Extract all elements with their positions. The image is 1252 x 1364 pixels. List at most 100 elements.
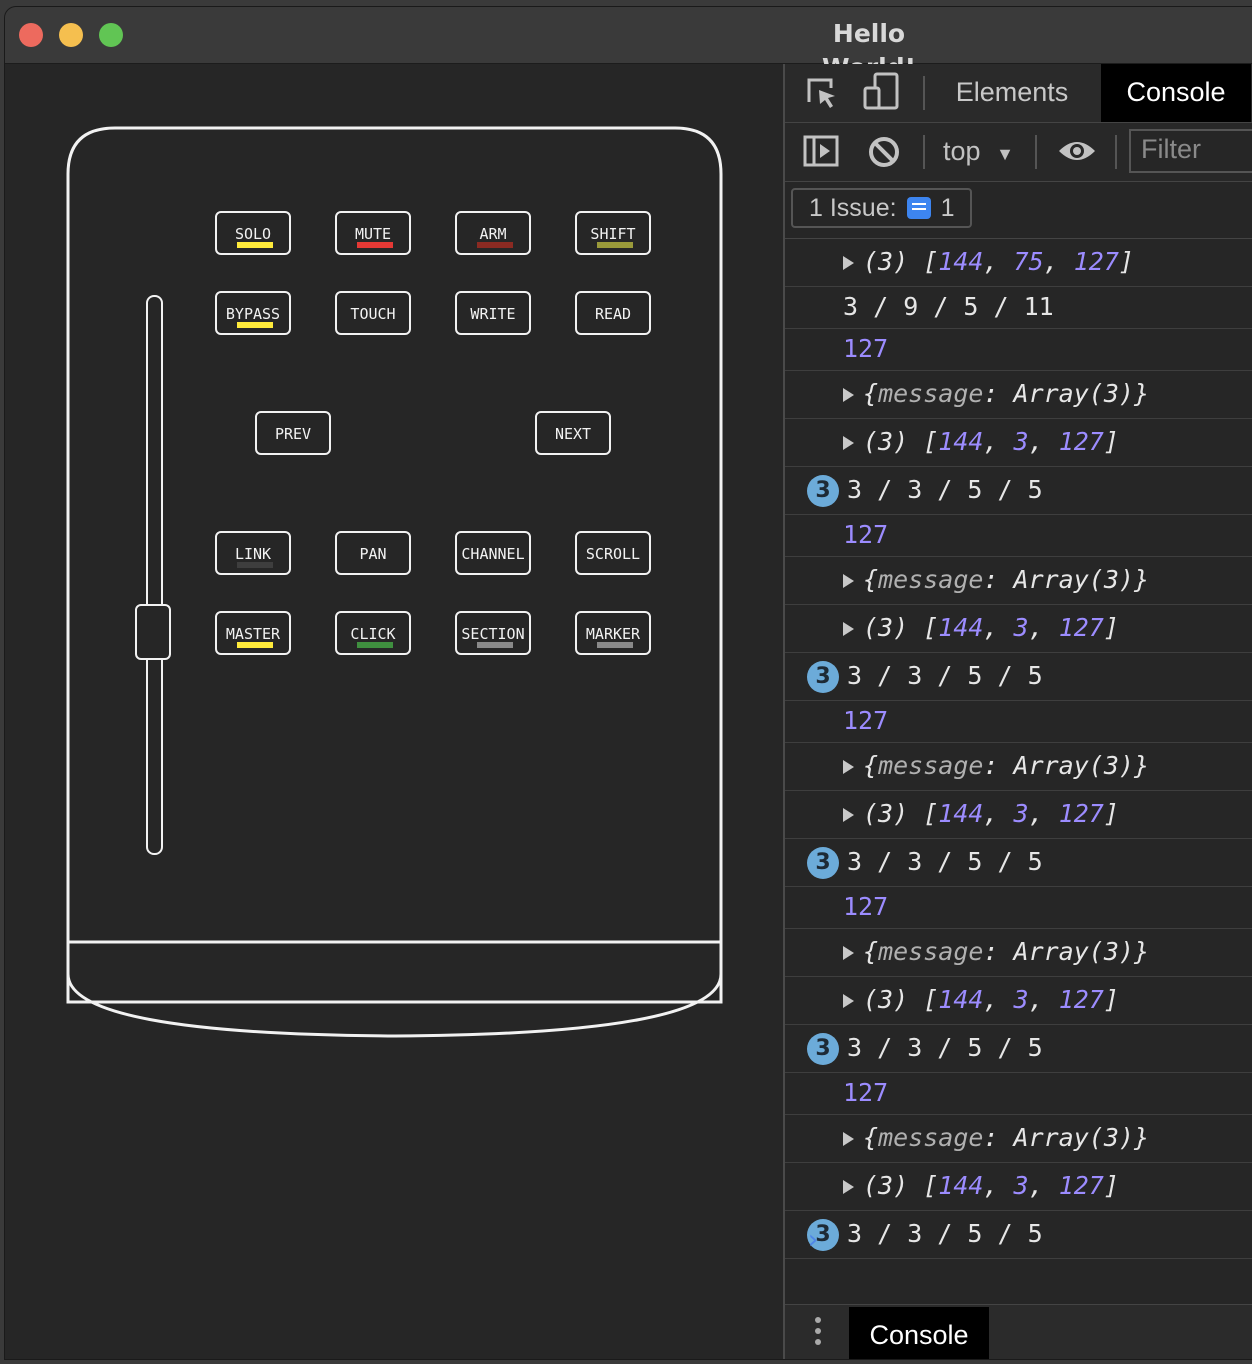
scroll-pad[interactable]: SCROLL bbox=[575, 531, 651, 575]
pan-pad-label: PAN bbox=[359, 545, 387, 563]
console-message[interactable]: (3) [144, 3, 127] bbox=[785, 1163, 1252, 1211]
drawer-bar: Console bbox=[785, 1304, 1252, 1359]
expand-triangle-icon[interactable] bbox=[843, 436, 854, 450]
console-message[interactable]: {message: Array(3)} bbox=[785, 557, 1252, 605]
object-value: Array(3) bbox=[1013, 937, 1134, 966]
expand-triangle-icon[interactable] bbox=[843, 808, 854, 822]
next-pad[interactable]: NEXT bbox=[535, 411, 611, 455]
marker-pad[interactable]: MARKER bbox=[575, 611, 651, 655]
tab-elements[interactable]: Elements bbox=[947, 64, 1077, 122]
array-length: (3) bbox=[863, 985, 909, 1014]
array-value: 127 bbox=[1058, 427, 1104, 456]
console-message[interactable]: (3) [144, 75, 127] bbox=[785, 239, 1252, 287]
live-expression-eye-icon[interactable] bbox=[1057, 137, 1097, 165]
toolbar-separator bbox=[1035, 135, 1037, 169]
click-pad[interactable]: CLICK bbox=[335, 611, 411, 655]
master-led bbox=[237, 642, 273, 648]
expand-triangle-icon[interactable] bbox=[843, 760, 854, 774]
console-message[interactable]: {message: Array(3)} bbox=[785, 929, 1252, 977]
object-key: message bbox=[878, 937, 984, 966]
controller-pane: SOLO MUTE ARM SHIFT BYPASS TOUCH WRITE READ PREV… bbox=[5, 64, 783, 1359]
channel-pad-label: CHANNEL bbox=[461, 545, 525, 563]
console-message[interactable]: {message: Array(3)} bbox=[785, 1115, 1252, 1163]
expand-triangle-icon[interactable] bbox=[843, 256, 854, 270]
repeat-count-badge: 3 bbox=[807, 661, 839, 693]
tab-console[interactable]: Console bbox=[1101, 64, 1251, 122]
expand-triangle-icon[interactable] bbox=[843, 1180, 854, 1194]
tab-separator bbox=[923, 76, 925, 110]
context-selector[interactable]: top ▼ bbox=[943, 133, 1014, 172]
repeat-count-badge: 3 bbox=[807, 1033, 839, 1065]
expand-triangle-icon[interactable] bbox=[843, 622, 854, 636]
issue-message-icon bbox=[906, 197, 931, 219]
link-pad[interactable]: LINK bbox=[215, 531, 291, 575]
arm-pad[interactable]: ARM bbox=[455, 211, 531, 255]
drawer-tab-console[interactable]: Console bbox=[849, 1307, 989, 1359]
issues-button[interactable]: 1 Issue: 1 bbox=[791, 188, 973, 228]
array-value: 127 bbox=[1058, 985, 1104, 1014]
more-options-icon[interactable] bbox=[815, 1317, 821, 1350]
pan-pad[interactable]: PAN bbox=[335, 531, 411, 575]
sidebar-toggle-icon[interactable] bbox=[803, 135, 839, 167]
master-pad[interactable]: MASTER bbox=[215, 611, 291, 655]
solo-led bbox=[237, 242, 273, 248]
object-key: message bbox=[878, 751, 984, 780]
array-value: 3 bbox=[1013, 985, 1029, 1014]
array-value: 127 bbox=[1058, 613, 1104, 642]
array-value: 127 bbox=[1058, 1171, 1104, 1200]
bypass-pad[interactable]: BYPASS bbox=[215, 291, 291, 335]
array-preview: (3) [144, 3, 127] bbox=[863, 613, 1119, 642]
console-message[interactable]: {message: Array(3)} bbox=[785, 743, 1252, 791]
clear-console-icon[interactable] bbox=[867, 135, 901, 169]
channel-pad[interactable]: CHANNEL bbox=[455, 531, 531, 575]
expand-triangle-icon[interactable] bbox=[843, 1132, 854, 1146]
array-value: 75 bbox=[1013, 247, 1044, 276]
click-pad-label: CLICK bbox=[350, 625, 396, 643]
shift-pad-label: SHIFT bbox=[590, 225, 636, 243]
minimize-window-button[interactable] bbox=[59, 23, 83, 47]
read-pad[interactable]: READ bbox=[575, 291, 651, 335]
zoom-window-button[interactable] bbox=[99, 23, 123, 47]
console-message: 3 3 / 3 / 5 / 5 bbox=[785, 653, 1252, 701]
object-value: Array(3) bbox=[1013, 565, 1134, 594]
log-number: 127 bbox=[843, 1078, 889, 1107]
console-message[interactable]: (3) [144, 3, 127] bbox=[785, 419, 1252, 467]
mute-pad[interactable]: MUTE bbox=[335, 211, 411, 255]
arm-pad-label: ARM bbox=[479, 225, 507, 243]
inspect-element-icon[interactable] bbox=[805, 76, 839, 110]
log-text: 3 / 3 / 5 / 5 bbox=[847, 847, 1043, 876]
console-message[interactable]: (3) [144, 3, 127] bbox=[785, 791, 1252, 839]
repeat-count-badge: 3 bbox=[807, 847, 839, 879]
console-toolbar: top ▼ bbox=[785, 123, 1252, 182]
device-toolbar-icon[interactable] bbox=[863, 72, 901, 112]
console-message: 3 3 / 3 / 5 / 5 bbox=[785, 467, 1252, 515]
close-window-button[interactable] bbox=[19, 23, 43, 47]
console-filter[interactable] bbox=[1129, 129, 1252, 173]
toolbar-separator bbox=[923, 135, 925, 169]
console-message[interactable]: {message: Array(3)} bbox=[785, 371, 1252, 419]
expand-triangle-icon[interactable] bbox=[843, 574, 854, 588]
console-message[interactable]: (3) [144, 3, 127] bbox=[785, 977, 1252, 1025]
prev-pad-label: PREV bbox=[274, 425, 312, 443]
expand-triangle-icon[interactable] bbox=[843, 388, 854, 402]
console-log: (3) [144, 75, 127] 3 / 9 / 5 / 11 127 {mess… bbox=[785, 239, 1252, 1259]
log-number: 127 bbox=[843, 334, 889, 363]
console-message: 3 / 9 / 5 / 11 bbox=[785, 287, 1252, 329]
link-led bbox=[237, 562, 273, 568]
array-preview: (3) [144, 3, 127] bbox=[863, 1171, 1119, 1200]
console-prompt[interactable]: › bbox=[785, 1221, 1252, 1269]
touch-pad[interactable]: TOUCH bbox=[335, 291, 411, 335]
write-pad[interactable]: WRITE bbox=[455, 291, 531, 335]
section-pad[interactable]: SECTION bbox=[455, 611, 531, 655]
shift-pad[interactable]: SHIFT bbox=[575, 211, 651, 255]
expand-triangle-icon[interactable] bbox=[843, 946, 854, 960]
repeat-count-badge: 3 bbox=[807, 475, 839, 507]
solo-pad[interactable]: SOLO bbox=[215, 211, 291, 255]
array-preview: (3) [144, 3, 127] bbox=[863, 799, 1119, 828]
prev-pad[interactable]: PREV bbox=[255, 411, 331, 455]
array-length: (3) bbox=[863, 799, 909, 828]
filter-input[interactable] bbox=[1139, 133, 1252, 166]
expand-triangle-icon[interactable] bbox=[843, 994, 854, 1008]
console-message[interactable]: (3) [144, 3, 127] bbox=[785, 605, 1252, 653]
fader-knob[interactable] bbox=[135, 604, 171, 660]
